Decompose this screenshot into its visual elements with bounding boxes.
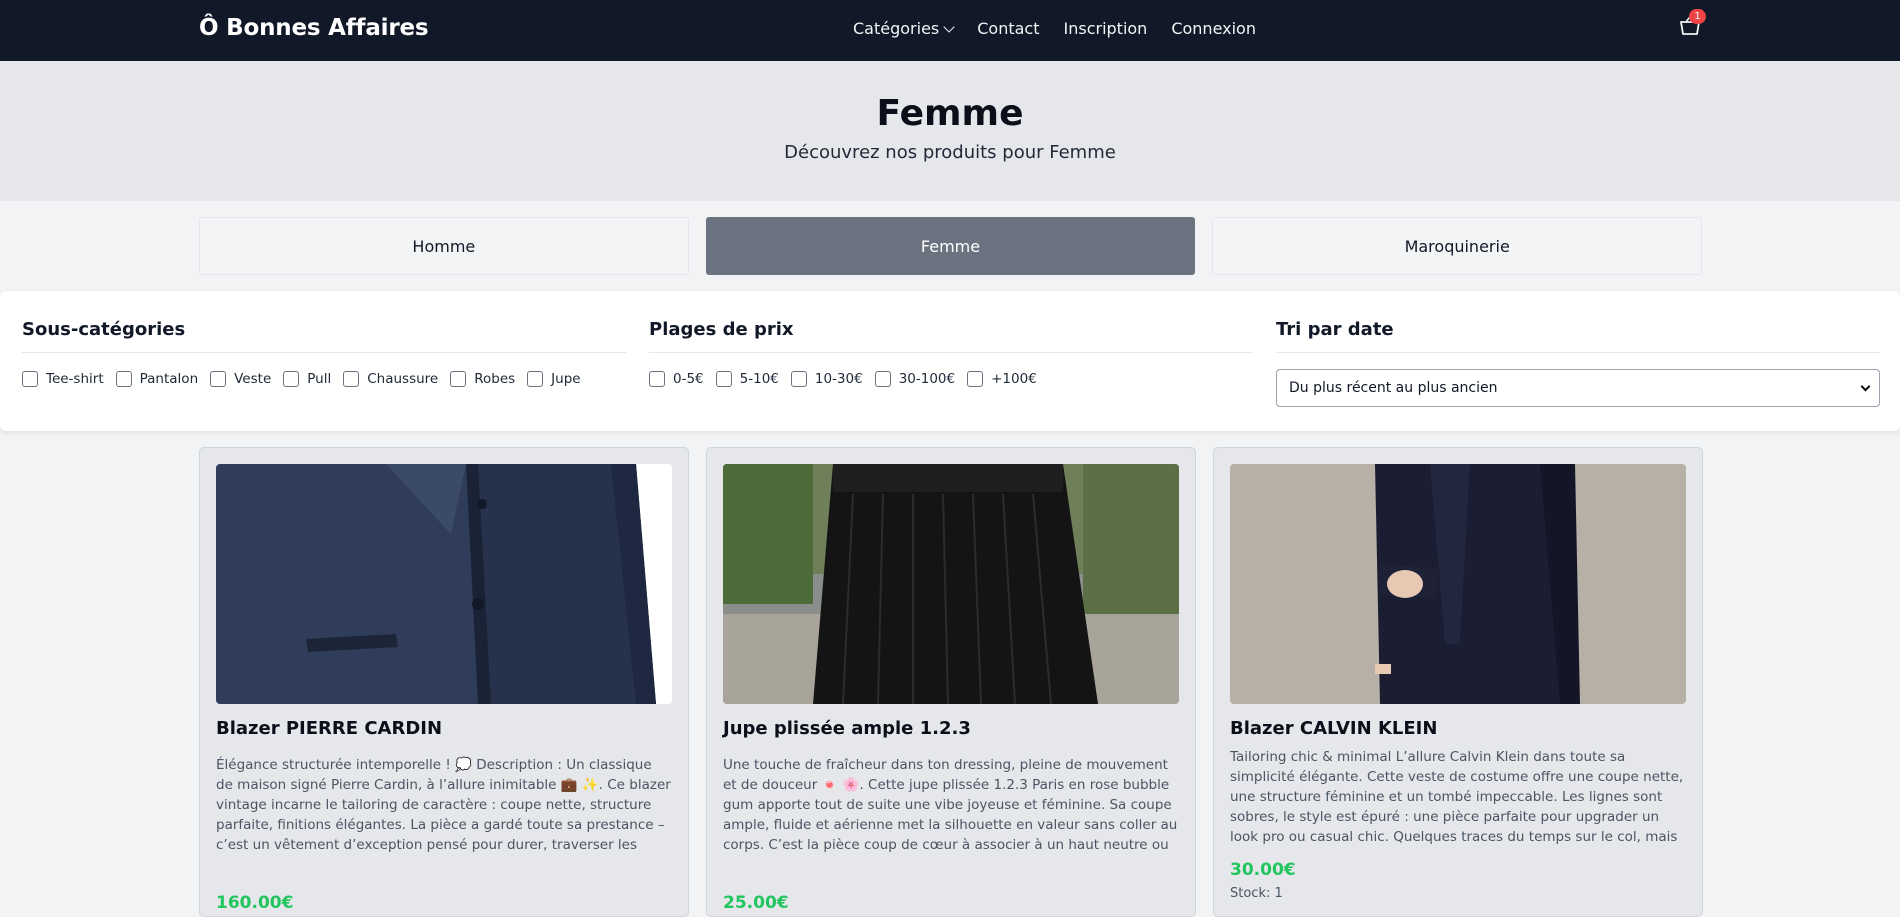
- checkbox-robes[interactable]: Robes: [450, 371, 515, 387]
- product-title[interactable]: Blazer PIERRE CARDIN: [216, 718, 672, 739]
- checkbox-box[interactable]: [967, 371, 984, 387]
- checkbox-label: 0-5€: [673, 371, 704, 387]
- product-description: Une touche de fraîcheur dans ton dressin…: [723, 757, 1178, 853]
- category-hero: Femme Découvrez nos produits pour Femme: [0, 61, 1900, 201]
- page-title: Femme: [876, 93, 1024, 134]
- checkbox-label: Veste: [234, 371, 272, 387]
- tab-maroquinerie[interactable]: Maroquinerie: [1212, 217, 1703, 275]
- nav-categories-dropdown[interactable]: Catégories: [853, 19, 955, 38]
- tab-femme[interactable]: Femme: [705, 217, 1196, 275]
- checkbox-chaussure[interactable]: Chaussure: [343, 371, 438, 387]
- product-price: 30.00€: [1230, 860, 1296, 880]
- nav-categories-label: Catégories: [853, 19, 940, 38]
- sort-filter: Tri par date Du plus récent au plus anci…: [1276, 319, 1880, 407]
- filters-panel: Sous-catégories Tee-shirt Pantalon Veste…: [0, 291, 1900, 431]
- checkbox-label: Pantalon: [139, 371, 199, 387]
- nav-links: Catégories Contact Inscription Connexion: [853, 19, 1256, 38]
- product-stock: Stock: 1: [1230, 886, 1283, 901]
- checkbox-jupe[interactable]: Jupe: [527, 371, 581, 387]
- checkbox-box[interactable]: [210, 371, 227, 387]
- chevron-down-icon: [1860, 381, 1871, 391]
- checkbox-label: Pull: [307, 371, 332, 387]
- subcategory-filter: Sous-catégories Tee-shirt Pantalon Veste…: [22, 319, 626, 387]
- tab-homme[interactable]: Homme: [199, 217, 689, 275]
- sort-selected-value: Du plus récent au plus ancien: [1289, 380, 1498, 396]
- checkbox-box[interactable]: [343, 371, 360, 387]
- cart-count-badge: 1: [1689, 9, 1706, 24]
- product-image-jupe-plissee[interactable]: [723, 464, 1179, 704]
- checkbox-box[interactable]: [283, 371, 300, 387]
- price-filter: Plages de prix 0-5€ 5-10€ 10-30€ 30-100€…: [649, 319, 1253, 387]
- checkbox-label: Chaussure: [367, 371, 439, 387]
- product-image-blazer-pierre-cardin[interactable]: [216, 464, 672, 704]
- brand-logo[interactable]: Ô Bonnes Affaires: [199, 15, 429, 41]
- top-navbar: Ô Bonnes Affaires Catégories Contact Ins…: [0, 0, 1900, 61]
- price-filter-title: Plages de prix: [649, 319, 1253, 353]
- checkbox-pull[interactable]: Pull: [283, 371, 331, 387]
- checkbox-price-30-100[interactable]: 30-100€: [874, 371, 956, 387]
- checkbox-pantalon[interactable]: Pantalon: [115, 371, 199, 387]
- checkbox-label: 10-30€: [814, 371, 863, 387]
- checkbox-label: 30-100€: [898, 371, 956, 387]
- checkbox-price-0-5[interactable]: 0-5€: [649, 371, 704, 387]
- product-card[interactable]: Blazer CALVIN KLEIN Tailoring chic & min…: [1213, 447, 1703, 917]
- checkbox-box[interactable]: [450, 371, 467, 387]
- product-title[interactable]: Jupe plissée ample 1.2.3: [723, 718, 1179, 739]
- sort-filter-title: Tri par date: [1276, 319, 1880, 353]
- nav-signup-link[interactable]: Inscription: [1064, 19, 1148, 38]
- checkbox-box[interactable]: [527, 371, 544, 387]
- product-title[interactable]: Blazer CALVIN KLEIN: [1230, 718, 1686, 739]
- category-tabs: Homme Femme Maroquinerie: [199, 217, 1703, 275]
- product-image-blazer-calvin-klein[interactable]: [1230, 464, 1686, 704]
- sort-date-select[interactable]: Du plus récent au plus ancien: [1276, 369, 1880, 407]
- checkbox-price-10-30[interactable]: 10-30€: [790, 371, 863, 387]
- subcategory-filter-title: Sous-catégories: [22, 319, 626, 353]
- checkbox-box[interactable]: [874, 371, 891, 387]
- checkbox-label: Robes: [474, 371, 516, 387]
- checkbox-box[interactable]: [22, 371, 38, 387]
- checkbox-box[interactable]: [649, 371, 665, 387]
- checkbox-box[interactable]: [715, 371, 732, 387]
- checkbox-price-100-plus[interactable]: +100€: [967, 371, 1037, 387]
- product-description: Élégance structurée intemporelle ! 💭 Des…: [216, 757, 671, 853]
- product-description: Tailoring chic & minimal L’allure Calvin…: [1230, 749, 1684, 845]
- checkbox-label: 5-10€: [739, 371, 779, 387]
- checkbox-veste[interactable]: Veste: [210, 371, 271, 387]
- product-card[interactable]: Jupe plissée ample 1.2.3 Une touche de f…: [706, 447, 1196, 917]
- product-price: 25.00€: [723, 893, 789, 913]
- checkbox-price-5-10[interactable]: 5-10€: [715, 371, 779, 387]
- checkbox-label: +100€: [991, 371, 1037, 387]
- checkbox-tee-shirt[interactable]: Tee-shirt: [22, 371, 104, 387]
- checkbox-box[interactable]: [115, 371, 132, 387]
- checkbox-label: Jupe: [551, 371, 581, 387]
- product-price: 160.00€: [216, 893, 294, 913]
- checkbox-label: Tee-shirt: [46, 371, 104, 387]
- nav-contact-link[interactable]: Contact: [977, 19, 1039, 38]
- page-subtitle: Découvrez nos produits pour Femme: [784, 141, 1116, 163]
- product-card[interactable]: Blazer PIERRE CARDIN Élégance structurée…: [199, 447, 689, 917]
- product-grid: Blazer PIERRE CARDIN Élégance structurée…: [199, 447, 1703, 917]
- chevron-down-icon: [943, 21, 955, 33]
- checkbox-box[interactable]: [790, 371, 807, 387]
- nav-login-link[interactable]: Connexion: [1171, 19, 1256, 38]
